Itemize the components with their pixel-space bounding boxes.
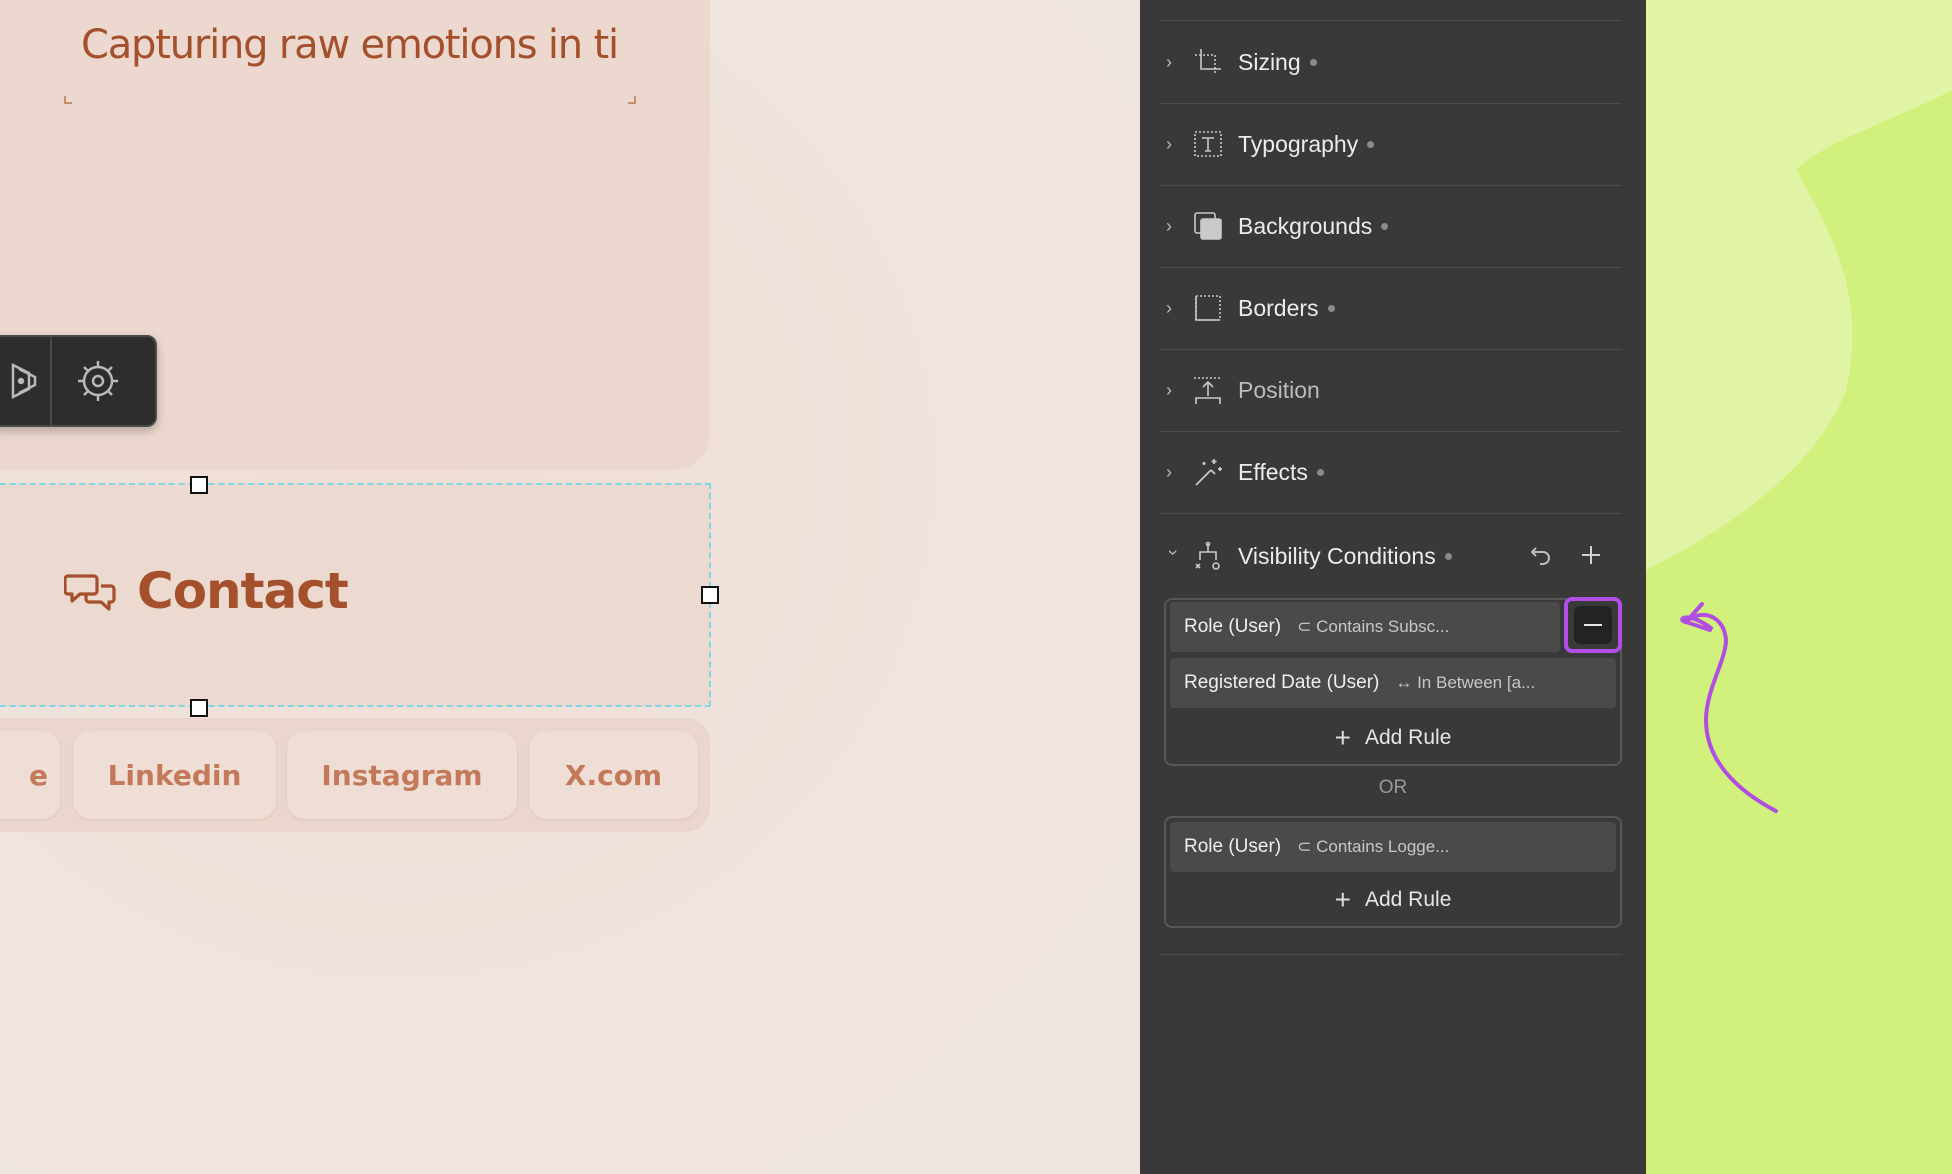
text-frame-corner [64,96,72,104]
contains-icon: ⊂ [1297,617,1312,636]
section-backgrounds[interactable]: › Backgrounds [1160,185,1622,268]
undo-icon[interactable] [1528,542,1554,568]
position-icon [1194,377,1222,404]
element-toolbar [0,335,157,427]
status-dot [1444,552,1452,560]
chevron-right-icon: › [1166,461,1172,482]
sizing-icon [1195,49,1221,75]
section-sizing[interactable]: › Sizing [1160,21,1622,104]
chevron-down-icon: › [1163,549,1184,555]
status-dot [1309,58,1317,66]
condition-group: Role (User) ⊂ Contains Subsc... Register… [1164,597,1622,766]
decorative-blob [1646,0,1952,813]
social-link-label: X.com [564,758,663,792]
visibility-actions [1528,542,1604,568]
chevron-right-icon: › [1166,51,1172,72]
decorative-background [1646,0,1952,1174]
resize-handle-bottom[interactable] [190,699,208,717]
condition-rule[interactable]: Role (User) ⊂ Contains Logge... [1170,822,1616,872]
design-canvas[interactable]: Capturing raw emotions in tim Contact e [0,0,1140,1174]
condition-rule[interactable]: Role (User) ⊂ Contains Subsc... [1170,602,1560,652]
resize-handle-top[interactable] [190,476,208,494]
section-label: Backgrounds [1238,212,1373,239]
backgrounds-icon [1194,212,1222,240]
section-label: Typography [1238,130,1359,157]
minus-icon [1574,606,1612,644]
rule-field: Registered Date (User) [1184,672,1380,693]
chevron-right-icon: › [1166,133,1172,154]
section-effects[interactable]: › Effects [1160,431,1622,514]
social-link-x[interactable]: X.com [529,731,698,819]
effects-icon [1195,459,1222,486]
rule-field: Role (User) [1184,616,1282,637]
status-dot [1316,468,1324,476]
style-panel: › Sizing › Typography › Backgrounds › Bo… [1140,0,1646,1174]
borders-icon [1195,295,1221,321]
contact-heading[interactable]: Contact [137,562,349,620]
section-typography[interactable]: › Typography [1160,103,1622,186]
rule-operator: ⊂ Contains Subsc... [1297,617,1450,636]
hero-heading[interactable]: Capturing raw emotions in tim [81,22,616,82]
component-button[interactable] [0,337,50,425]
section-borders[interactable]: › Borders [1160,267,1622,350]
social-link-instagram[interactable]: Instagram [287,731,517,819]
condition-rule[interactable]: Registered Date (User) ↔ In Between [a..… [1170,658,1616,708]
remove-rule-button[interactable] [1564,597,1622,653]
rule-field: Role (User) [1184,836,1282,857]
add-rule-button[interactable]: + Add Rule [1166,716,1620,760]
gear-icon [78,361,118,401]
section-visibility-conditions[interactable]: › Visibility Conditions [1160,520,1622,592]
social-link-chip[interactable]: e [0,731,60,819]
social-link-label: Instagram [321,758,483,792]
contains-icon: ⊂ [1297,837,1312,856]
add-condition-icon[interactable] [1578,542,1604,568]
section-label: Sizing [1238,48,1301,75]
status-dot [1381,222,1389,230]
panel-divider [1160,872,1622,955]
component-icon [11,362,37,400]
social-link-label: Linkedin [107,758,242,792]
social-link-linkedin[interactable]: Linkedin [73,731,276,819]
settings-button[interactable] [50,337,144,425]
plus-icon: + [1334,722,1351,753]
resize-handle-right[interactable] [701,586,719,604]
section-label: Borders [1238,294,1319,321]
chat-bubbles-icon [64,574,116,611]
social-link-label: e [29,758,48,792]
section-label: Visibility Conditions [1238,542,1436,569]
text-frame-corner [628,96,636,104]
chevron-right-icon: › [1166,379,1172,400]
chevron-right-icon: › [1166,297,1172,318]
section-label: Position [1238,376,1320,403]
status-dot [1367,140,1375,148]
typography-icon [1194,131,1222,157]
add-rule-label: Add Rule [1364,726,1452,749]
chevron-right-icon: › [1166,215,1172,236]
rule-operator: ↔ In Between [a... [1395,673,1536,692]
panel-divider [1160,0,1622,21]
between-icon: ↔ [1395,673,1413,692]
rule-operator: ⊂ Contains Logge... [1297,837,1450,856]
section-position[interactable]: › Position [1160,349,1622,432]
section-label: Effects [1238,458,1308,485]
visibility-conditions-icon [1195,541,1220,570]
or-separator: OR [1378,777,1408,798]
status-dot [1327,304,1335,312]
